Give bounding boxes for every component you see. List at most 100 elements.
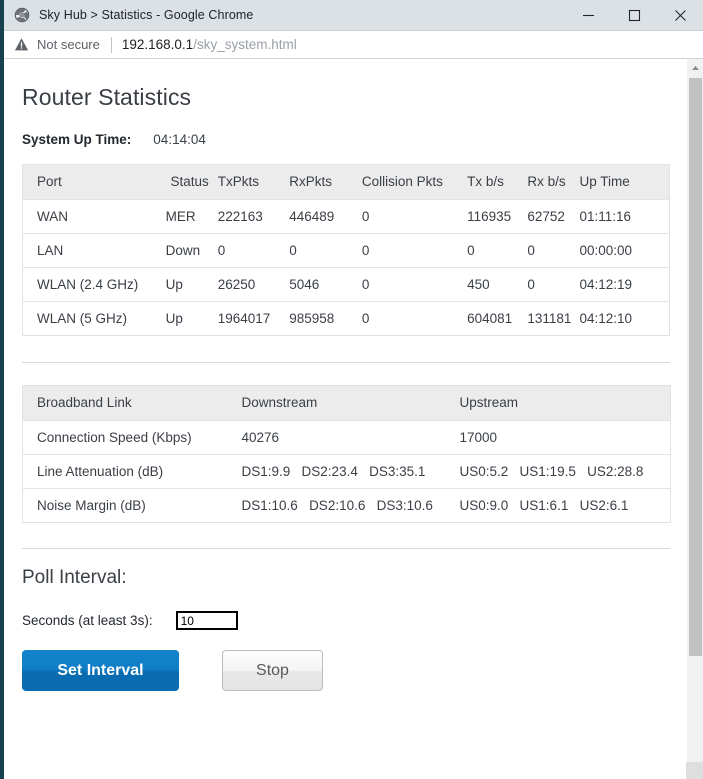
table-row: LAN Down 0 0 0 0 0 00:00:00 xyxy=(23,234,670,268)
cell-downstream: DS1:9.9 DS2:23.4 DS3:35.1 xyxy=(228,455,446,489)
cell-txpkts: 26250 xyxy=(218,268,290,302)
page-content: Router Statistics System Up Time: 04:14:… xyxy=(0,59,690,691)
not-secure-label[interactable]: Not secure xyxy=(37,37,100,52)
port-statistics-table: Port Status TxPkts RxPkts Collision Pkts… xyxy=(22,164,670,336)
set-interval-button[interactable]: Set Interval xyxy=(22,650,179,691)
cell-tx-bps: 0 xyxy=(467,234,527,268)
port-table-header-row: Port Status TxPkts RxPkts Collision Pkts… xyxy=(23,165,670,200)
cell-status: Up xyxy=(166,302,218,336)
poll-interval-row: Seconds (at least 3s): xyxy=(22,611,670,630)
cell-txpkts: 1964017 xyxy=(218,302,290,336)
close-button[interactable] xyxy=(657,0,703,30)
cell-up-time: 00:00:00 xyxy=(580,234,670,268)
broadband-table-head: Broadband Link Downstream Upstream xyxy=(23,386,671,421)
downstream-part: DS1:10.6 xyxy=(242,498,298,513)
warning-triangle-icon xyxy=(14,37,29,52)
upstream-part: US2:6.1 xyxy=(580,498,629,513)
close-icon xyxy=(674,9,687,22)
col-header-collision-pkts: Collision Pkts xyxy=(362,165,467,200)
cell-txpkts: 0 xyxy=(218,234,290,268)
cell-status: MER xyxy=(166,200,218,234)
downstream-part: DS2:23.4 xyxy=(302,464,358,479)
table-row: Noise Margin (dB) DS1:10.6 DS2:10.6 DS3:… xyxy=(23,489,671,523)
minimize-button[interactable] xyxy=(565,0,611,30)
cell-collision-pkts: 0 xyxy=(362,234,467,268)
broadband-table-body: Connection Speed (Kbps) 40276 17000 Line… xyxy=(23,421,671,523)
table-row: Connection Speed (Kbps) 40276 17000 xyxy=(23,421,671,455)
table-row: WLAN (5 GHz) Up 1964017 985958 0 604081 … xyxy=(23,302,670,336)
cell-status: Up xyxy=(166,268,218,302)
col-header-tx-bps: Tx b/s xyxy=(467,165,527,200)
address-bar[interactable]: Not secure 192.168.0.1/sky_system.html xyxy=(0,31,703,59)
cell-status: Down xyxy=(166,234,218,268)
upstream-part: US0:5.2 xyxy=(460,464,509,479)
system-uptime-value: 04:14:04 xyxy=(153,132,206,147)
col-header-upstream: Upstream xyxy=(446,386,671,421)
col-header-up-time: Up Time xyxy=(580,165,670,200)
col-header-broadband-link: Broadband Link xyxy=(23,386,228,421)
url-text[interactable]: 192.168.0.1/sky_system.html xyxy=(122,37,297,52)
cell-upstream: US0:9.0 US1:6.1 US2:6.1 xyxy=(446,489,671,523)
cell-rxpkts: 0 xyxy=(289,234,362,268)
cell-downstream: 40276 xyxy=(228,421,446,455)
cell-tx-bps: 116935 xyxy=(467,200,527,234)
cell-metric-label: Connection Speed (Kbps) xyxy=(23,421,228,455)
browser-window: Sky Hub > Statistics - Google Chrome Not… xyxy=(0,0,703,779)
cell-port: LAN xyxy=(23,234,166,268)
cell-upstream: US0:5.2 US1:19.5 US2:28.8 xyxy=(446,455,671,489)
upstream-part: US0:9.0 xyxy=(460,498,509,513)
poll-buttons-row: Set Interval Stop xyxy=(22,650,670,691)
cell-downstream: DS1:10.6 DS2:10.6 DS3:10.6 xyxy=(228,489,446,523)
cell-up-time: 04:12:10 xyxy=(580,302,670,336)
table-row: Line Attenuation (dB) DS1:9.9 DS2:23.4 D… xyxy=(23,455,671,489)
scrollbar-corner xyxy=(686,762,703,779)
system-uptime-label: System Up Time: xyxy=(22,132,131,147)
minimize-icon xyxy=(582,9,595,22)
cell-rx-bps: 0 xyxy=(527,268,579,302)
seconds-label: Seconds (at least 3s): xyxy=(22,613,153,628)
cell-up-time: 01:11:16 xyxy=(580,200,670,234)
table-row: WAN MER 222163 446489 0 116935 62752 01:… xyxy=(23,200,670,234)
port-table-body: WAN MER 222163 446489 0 116935 62752 01:… xyxy=(23,200,670,336)
port-table-head: Port Status TxPkts RxPkts Collision Pkts… xyxy=(23,165,670,200)
cell-collision-pkts: 0 xyxy=(362,200,467,234)
stop-button[interactable]: Stop xyxy=(222,650,323,691)
col-header-port: Port xyxy=(23,165,166,200)
section-divider-1 xyxy=(22,362,670,363)
upstream-part: US2:28.8 xyxy=(587,464,643,479)
broadband-header-row: Broadband Link Downstream Upstream xyxy=(23,386,671,421)
cell-port: WLAN (2.4 GHz) xyxy=(23,268,166,302)
cell-port: WLAN (5 GHz) xyxy=(23,302,166,336)
broadband-link-table: Broadband Link Downstream Upstream Conne… xyxy=(22,385,671,523)
cell-upstream: 17000 xyxy=(446,421,671,455)
upstream-part: US1:19.5 xyxy=(520,464,576,479)
cell-collision-pkts: 0 xyxy=(362,302,467,336)
window-left-border xyxy=(0,0,4,779)
vertical-scrollbar[interactable] xyxy=(686,59,703,779)
cell-port: WAN xyxy=(23,200,166,234)
system-uptime-row: System Up Time: 04:14:04 xyxy=(22,132,670,147)
downstream-part: DS3:10.6 xyxy=(377,498,433,513)
col-header-status: Status xyxy=(166,165,218,200)
section-divider-2 xyxy=(22,548,670,549)
table-row: WLAN (2.4 GHz) Up 26250 5046 0 450 0 04:… xyxy=(23,268,670,302)
cell-rxpkts: 985958 xyxy=(289,302,362,336)
cell-collision-pkts: 0 xyxy=(362,268,467,302)
url-host: 192.168.0.1 xyxy=(122,37,193,52)
cell-rxpkts: 5046 xyxy=(289,268,362,302)
downstream-part: DS1:9.9 xyxy=(242,464,291,479)
scrollbar-thumb[interactable] xyxy=(689,78,702,656)
chrome-globe-icon xyxy=(14,7,30,23)
maximize-button[interactable] xyxy=(611,0,657,30)
window-title-bar[interactable]: Sky Hub > Statistics - Google Chrome xyxy=(0,0,703,31)
cell-metric-label: Noise Margin (dB) xyxy=(23,489,228,523)
scroll-up-button[interactable] xyxy=(687,59,703,76)
url-path: /sky_system.html xyxy=(193,37,297,52)
cell-rxpkts: 446489 xyxy=(289,200,362,234)
scroll-up-arrow-icon xyxy=(691,65,700,71)
poll-interval-title: Poll Interval: xyxy=(22,567,670,589)
downstream-part: DS3:35.1 xyxy=(369,464,425,479)
col-header-txpkts: TxPkts xyxy=(218,165,290,200)
page-title: Router Statistics xyxy=(22,84,670,111)
interval-seconds-input[interactable] xyxy=(176,611,238,630)
